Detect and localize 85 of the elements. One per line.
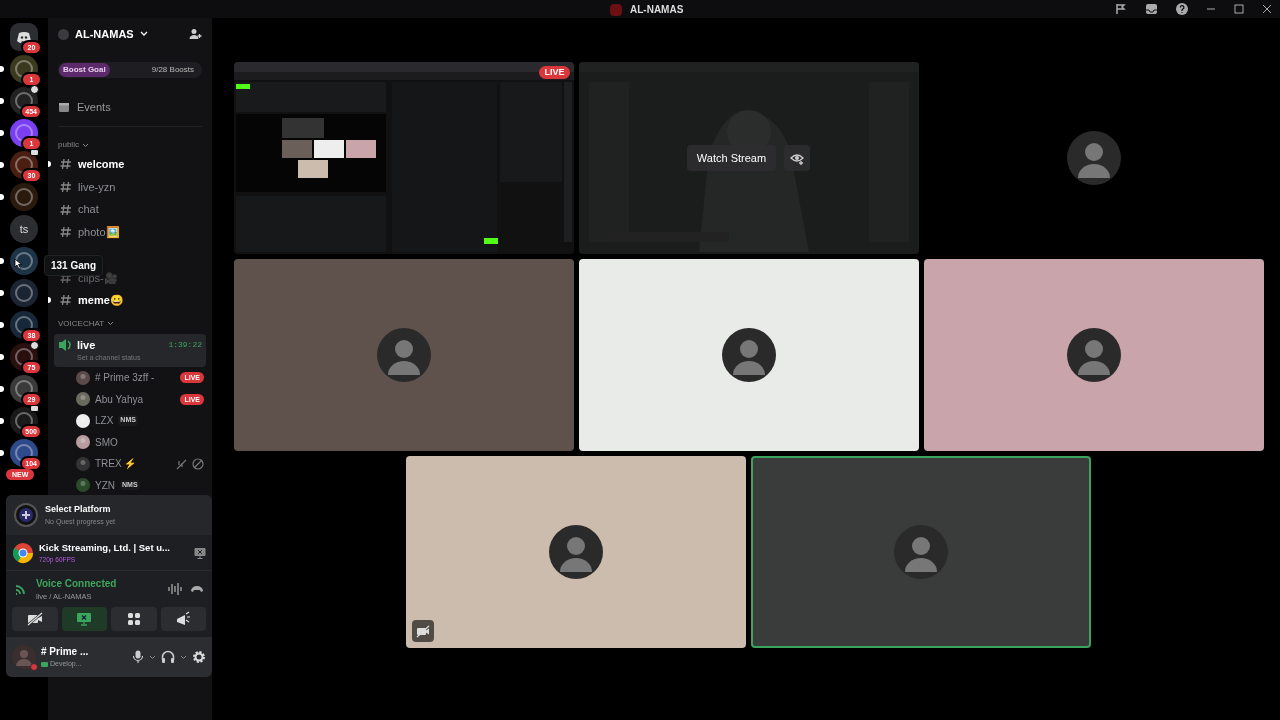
watch-stream-button[interactable]: Watch Stream [686,145,777,171]
calendar-icon [58,101,70,113]
category-header[interactable]: VOICECHAT [58,317,105,330]
user-avatar [548,524,604,580]
disconnect-icon[interactable] [190,584,204,594]
dnd-status-icon [30,663,38,671]
channel-name[interactable]: chat [78,201,99,218]
user-avatar [720,327,777,383]
server-status-icon [58,28,69,40]
username: # Prime ... [41,645,90,660]
add-user-icon[interactable] [189,28,202,40]
channel-name: live [77,337,97,353]
video-tile[interactable]: LIVE [233,62,574,254]
speaker-icon [58,338,71,353]
tooltip: 131 Gang [44,255,104,276]
camera-off-icon [416,624,430,638]
soundboard-button[interactable] [160,607,206,631]
deafened-icon [192,457,204,470]
screen-share-button[interactable] [61,607,107,631]
discord-logo-icon [16,30,32,44]
video-tile[interactable]: Watch Stream [578,62,919,254]
voice-user-name[interactable]: SMO [95,434,118,450]
flag-icon[interactable] [1115,3,1127,15]
live-badge: LIVE [539,66,570,79]
quest-title: Select Platform [45,503,112,516]
user-avatar [893,524,949,580]
app-icon [610,3,622,16]
popout-button[interactable] [784,145,811,171]
user-avatar [1065,327,1122,383]
hashtag-icon [60,181,72,194]
browser-icon [12,541,34,564]
activities-icon [125,611,142,627]
microphone-icon[interactable] [132,650,144,664]
close-icon[interactable] [1262,4,1272,14]
server-name[interactable]: AL-NAMAS [75,25,134,43]
activity-status-icon [41,662,48,667]
screen-share-icon [76,611,93,627]
stop-stream-icon[interactable] [194,546,206,559]
quest-badge-icon [14,503,38,527]
server-icon[interactable] [10,247,38,275]
hashtag-icon [60,294,72,307]
category-header[interactable]: public [58,139,79,151]
window-title: AL-NAMAS [630,3,684,17]
camera-off-button[interactable] [12,607,58,631]
help-icon[interactable] [1176,3,1188,15]
video-tile[interactable] [923,259,1264,451]
activities-button[interactable] [111,607,157,631]
soundboard-icon [175,611,192,627]
user-avatar [1065,130,1122,186]
settings-icon[interactable] [192,650,206,664]
events-item[interactable]: Events [58,98,202,116]
voice-user-name[interactable]: # Prime 3zff - [95,370,155,386]
channel-name[interactable]: live-yzn [78,178,116,196]
signal-icon [14,582,28,596]
voice-user-name[interactable]: Abu Yahya [95,391,143,407]
channel-name[interactable]: photo🖼 [78,224,120,241]
video-tile[interactable] [751,456,1091,648]
hashtag-icon [60,203,72,216]
channel-name[interactable]: meme😀 [78,292,124,309]
boost-goal-bar[interactable]: Boost Goal 9/28 Boosts [58,62,202,78]
video-tile[interactable] [233,259,574,451]
boost-count: 9/28 Boosts [151,64,194,76]
noise-suppression-icon[interactable] [168,583,182,595]
call-timer: 1:39:22 [168,339,202,352]
voice-user-name[interactable]: LZX [95,413,114,429]
user-avatar [375,327,432,383]
server-icon[interactable]: ts [10,215,38,243]
voice-user-name[interactable]: YZN [95,477,115,493]
camera-off-icon [26,611,43,627]
voice-user-name[interactable]: TREX ⚡ [95,456,137,472]
video-tile[interactable] [578,259,919,451]
headphones-icon[interactable] [161,650,175,664]
muted-icon [175,457,187,470]
hashtag-icon [60,226,72,239]
cursor-icon [12,257,24,270]
boost-goal-label: Boost Goal [59,63,110,77]
channel-name[interactable]: welcome [78,156,125,173]
activity-title: Kick Streaming, Ltd. | Set u... [39,540,171,555]
user-avatar[interactable] [12,645,36,669]
hashtag-icon [60,158,72,171]
maximize-icon[interactable] [1234,4,1244,14]
video-tile[interactable] [406,456,746,648]
eye-plus-icon [790,151,805,165]
voice-status: Voice Connected [36,576,118,591]
inbox-icon[interactable] [1145,3,1158,15]
